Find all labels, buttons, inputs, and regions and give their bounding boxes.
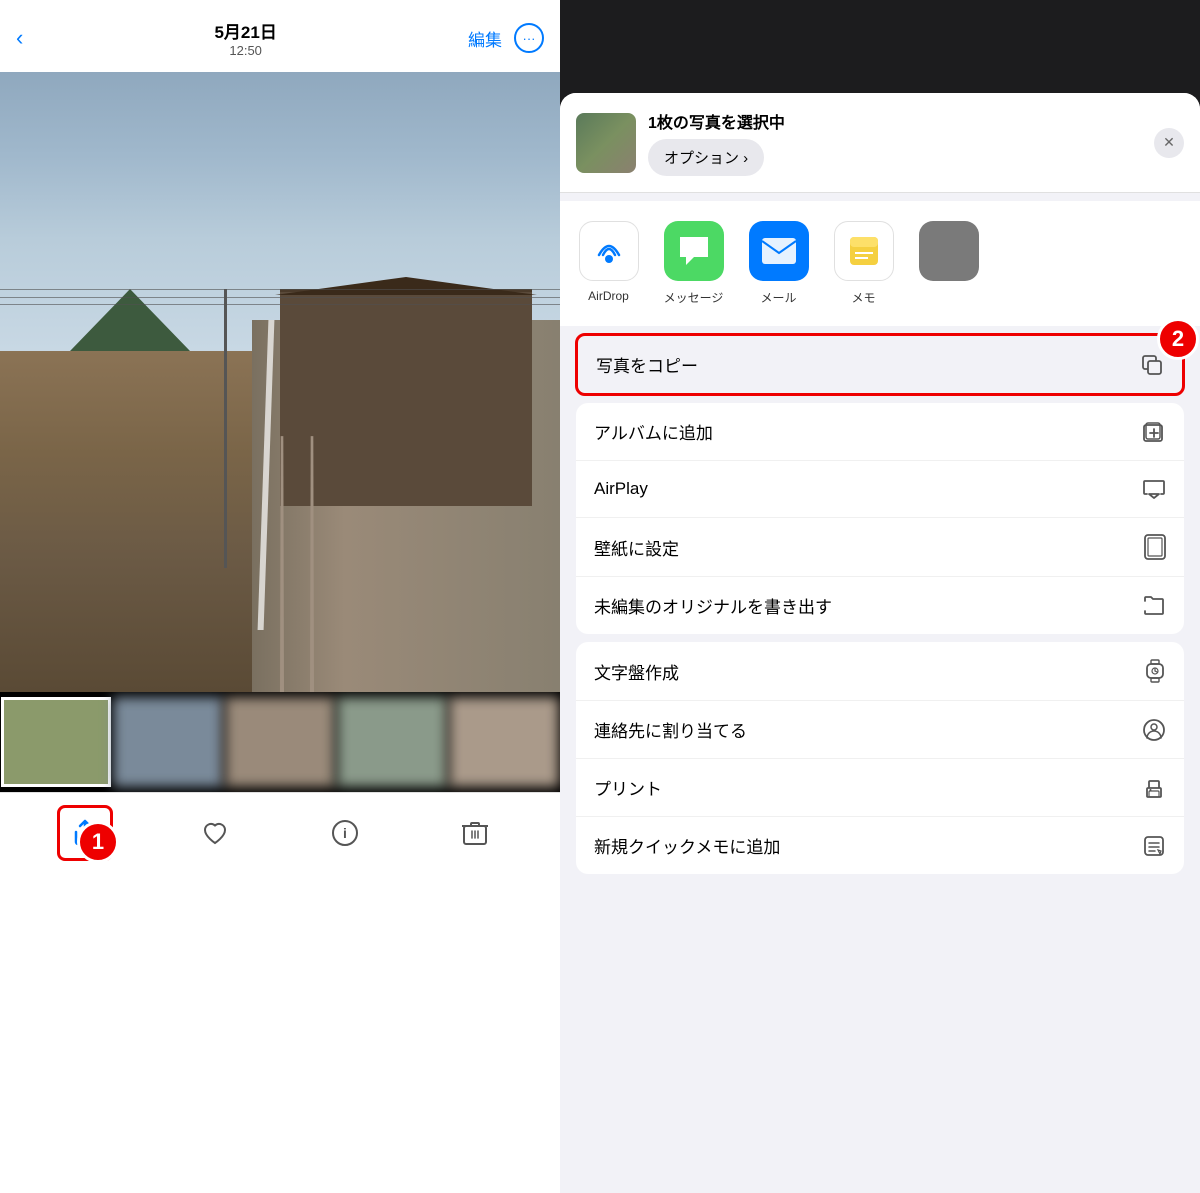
track-left [280,436,284,692]
bottom-toolbar: 1 i [0,792,560,872]
notes-icon-container [834,221,894,281]
share-apps-row: AirDrop メッセージ メール [560,201,1200,326]
actions-group-3: 文字盤作成 連絡先に割り当てる プリント [576,642,1184,874]
mail-icon-container [749,221,809,281]
mail-icon [761,237,797,265]
notes-label: メモ [851,289,875,306]
watch-face-label: 文字盤作成 [594,659,679,684]
share-title: 1枚の写真を選択中 [648,109,1142,133]
nav-time: 12:50 [214,43,276,58]
close-icon: ✕ [1163,134,1175,151]
contact-icon [1142,718,1166,742]
photo-wires [0,289,560,291]
thumb-selected-border [1,697,111,787]
info-icon: i [331,819,359,847]
set-wallpaper-button[interactable]: 壁紙に設定 [576,518,1184,577]
thumb-4[interactable] [337,697,447,787]
messages-icon-container [664,221,724,281]
messages-icon [677,234,711,268]
share-thumbnail [576,113,636,173]
back-button[interactable]: ‹ [16,25,23,51]
nav-title: 5月21日 12:50 [214,18,276,58]
copy-photo-label: 写真をコピー [596,352,698,377]
print-button[interactable]: プリント [576,759,1184,817]
wire-3 [0,304,560,305]
svg-text:i: i [343,825,347,841]
airdrop-icon-container [579,221,639,281]
nav-actions: 編集 ··· [468,23,544,53]
app-airdrop[interactable]: AirDrop [576,221,641,306]
options-button[interactable]: オプション › [648,139,764,176]
quick-memo-label: 新規クイックメモに追加 [594,833,780,858]
more-button[interactable]: ··· [514,23,544,53]
airplay-icon [1142,477,1166,501]
nav-date: 5月21日 [214,18,276,43]
trash-button[interactable] [453,811,497,855]
edit-button[interactable]: 編集 [468,26,502,51]
assign-contact-label: 連絡先に割り当てる [594,717,747,742]
airdrop-label: AirDrop [588,289,629,303]
copy-photo-button[interactable]: 写真をコピー [575,333,1185,396]
photo-pole [224,289,227,568]
thumb-5[interactable] [449,697,559,787]
airplay-label: AirPlay [594,479,648,499]
thumb-1[interactable] [1,697,111,787]
notes-icon [846,233,882,269]
thumb-3[interactable] [225,697,335,787]
badge-1: 1 [77,821,119,863]
wallpaper-icon [1144,534,1166,560]
watch-icon [1144,658,1166,684]
export-original-label: 未編集のオリジナルを書き出す [594,593,832,618]
share-button[interactable]: 1 [63,811,107,855]
airplay-button[interactable]: AirPlay [576,461,1184,518]
copy-photo-section: 写真をコピー 2 [576,333,1184,396]
quick-memo-button[interactable]: 新規クイックメモに追加 [576,817,1184,874]
add-album-icon [1142,420,1166,444]
print-icon [1142,776,1166,800]
export-icon [1142,594,1166,618]
nav-bar: ‹ 5月21日 12:50 編集 ··· [0,0,560,72]
share-sheet: 1枚の写真を選択中 オプション › ✕ AirDro [560,93,1200,1193]
badge-2: 2 [1157,318,1199,360]
extra-icon-container [919,221,979,281]
info-button[interactable]: i [323,811,367,855]
thumbnail-strip [0,692,560,792]
messages-label: メッセージ [664,289,724,306]
trash-icon [462,819,488,847]
add-album-button[interactable]: アルバムに追加 [576,403,1184,461]
app-extra[interactable] [916,221,981,306]
share-header: 1枚の写真を選択中 オプション › ✕ [560,93,1200,193]
actions-group-2: アルバムに追加 AirPlay 壁紙に設定 [576,403,1184,634]
wire-1 [0,289,560,290]
thumb-2[interactable] [113,697,223,787]
memo-icon [1142,834,1166,858]
copy-icon [1140,353,1164,377]
assign-contact-button[interactable]: 連絡先に割り当てる [576,701,1184,759]
options-label: オプション › [664,147,748,168]
watch-face-button[interactable]: 文字盤作成 [576,642,1184,701]
app-mail[interactable]: メール [746,221,811,306]
airdrop-icon [591,233,627,269]
heart-button[interactable] [193,811,237,855]
right-panel: 1枚の写真を選択中 オプション › ✕ AirDro [560,0,1200,1193]
set-wallpaper-label: 壁紙に設定 [594,535,679,560]
print-label: プリント [594,775,662,800]
close-button[interactable]: ✕ [1154,128,1184,158]
add-album-label: アルバムに追加 [594,419,713,444]
photo-building [280,289,532,506]
app-notes[interactable]: メモ [831,221,896,306]
share-title-block: 1枚の写真を選択中 オプション › [648,109,1142,176]
export-original-button[interactable]: 未編集のオリジナルを書き出す [576,577,1184,634]
mail-label: メール [760,289,796,306]
app-messages[interactable]: メッセージ [661,221,726,306]
track-right [310,436,314,692]
main-photo [0,72,560,692]
heart-icon [201,819,229,847]
left-panel: ‹ 5月21日 12:50 編集 ··· [0,0,560,1193]
wire-2 [0,297,560,298]
